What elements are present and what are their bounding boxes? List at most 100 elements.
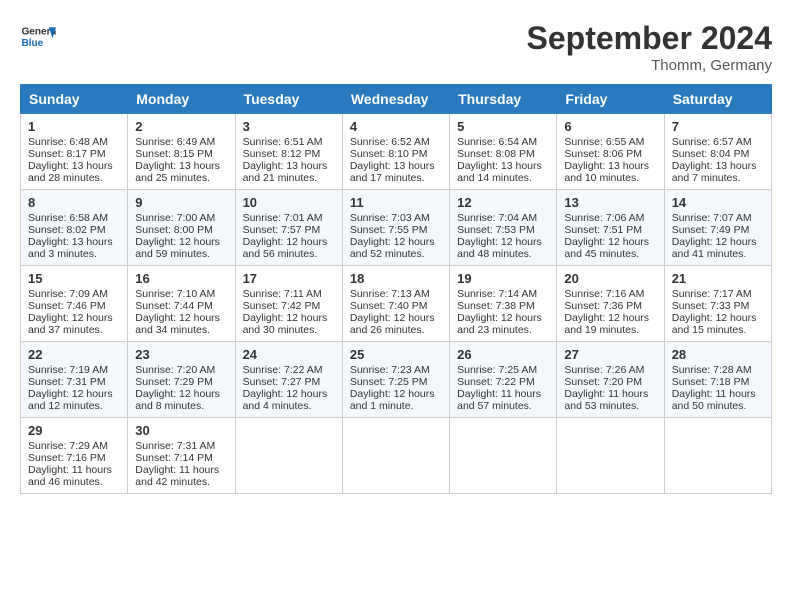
day-number: 14 xyxy=(672,195,764,210)
sunset-text: Sunset: 8:02 PM xyxy=(28,224,106,236)
daylight-text: Daylight: 12 hours and 19 minutes. xyxy=(564,312,649,336)
sunset-text: Sunset: 7:25 PM xyxy=(350,376,428,388)
sunrise-text: Sunrise: 7:20 AM xyxy=(135,364,215,376)
sunrise-text: Sunrise: 6:57 AM xyxy=(672,136,752,148)
sunrise-text: Sunrise: 7:14 AM xyxy=(457,288,537,300)
column-header-thursday: Thursday xyxy=(450,85,557,114)
sunrise-text: Sunrise: 7:22 AM xyxy=(243,364,323,376)
day-number: 7 xyxy=(672,119,764,134)
calendar-cell: 14 Sunrise: 7:07 AM Sunset: 7:49 PM Dayl… xyxy=(664,190,771,266)
column-header-friday: Friday xyxy=(557,85,664,114)
sunset-text: Sunset: 8:00 PM xyxy=(135,224,213,236)
daylight-text: Daylight: 12 hours and 37 minutes. xyxy=(28,312,113,336)
calendar-cell: 4 Sunrise: 6:52 AM Sunset: 8:10 PM Dayli… xyxy=(342,114,449,190)
daylight-text: Daylight: 11 hours and 53 minutes. xyxy=(564,388,648,412)
calendar-week-1: 1 Sunrise: 6:48 AM Sunset: 8:17 PM Dayli… xyxy=(21,114,772,190)
location: Thomm, Germany xyxy=(527,57,772,74)
sunrise-text: Sunrise: 7:03 AM xyxy=(350,212,430,224)
sunrise-text: Sunrise: 6:49 AM xyxy=(135,136,215,148)
calendar-cell: 9 Sunrise: 7:00 AM Sunset: 8:00 PM Dayli… xyxy=(128,190,235,266)
day-number: 13 xyxy=(564,195,656,210)
day-number: 20 xyxy=(564,271,656,286)
calendar-cell: 20 Sunrise: 7:16 AM Sunset: 7:36 PM Dayl… xyxy=(557,266,664,342)
daylight-text: Daylight: 12 hours and 15 minutes. xyxy=(672,312,757,336)
calendar-cell: 1 Sunrise: 6:48 AM Sunset: 8:17 PM Dayli… xyxy=(21,114,128,190)
day-number: 18 xyxy=(350,271,442,286)
sunrise-text: Sunrise: 7:11 AM xyxy=(243,288,322,300)
sunrise-text: Sunrise: 6:48 AM xyxy=(28,136,108,148)
calendar-cell: 19 Sunrise: 7:14 AM Sunset: 7:38 PM Dayl… xyxy=(450,266,557,342)
sunset-text: Sunset: 8:10 PM xyxy=(350,148,428,160)
sunset-text: Sunset: 7:44 PM xyxy=(135,300,213,312)
daylight-text: Daylight: 12 hours and 34 minutes. xyxy=(135,312,220,336)
day-number: 10 xyxy=(243,195,335,210)
sunset-text: Sunset: 8:15 PM xyxy=(135,148,213,160)
day-number: 23 xyxy=(135,347,227,362)
sunrise-text: Sunrise: 7:01 AM xyxy=(243,212,323,224)
sunset-text: Sunset: 8:08 PM xyxy=(457,148,535,160)
day-number: 25 xyxy=(350,347,442,362)
sunrise-text: Sunrise: 7:04 AM xyxy=(457,212,537,224)
sunrise-text: Sunrise: 7:28 AM xyxy=(672,364,752,376)
day-number: 30 xyxy=(135,423,227,438)
day-number: 2 xyxy=(135,119,227,134)
sunrise-text: Sunrise: 7:25 AM xyxy=(457,364,537,376)
daylight-text: Daylight: 12 hours and 26 minutes. xyxy=(350,312,435,336)
sunrise-text: Sunrise: 7:29 AM xyxy=(28,440,108,452)
sunrise-text: Sunrise: 7:10 AM xyxy=(135,288,215,300)
calendar-cell xyxy=(664,418,771,494)
day-number: 21 xyxy=(672,271,764,286)
daylight-text: Daylight: 12 hours and 23 minutes. xyxy=(457,312,542,336)
day-number: 27 xyxy=(564,347,656,362)
sunset-text: Sunset: 7:46 PM xyxy=(28,300,106,312)
svg-text:Blue: Blue xyxy=(21,38,43,49)
daylight-text: Daylight: 11 hours and 57 minutes. xyxy=(457,388,541,412)
daylight-text: Daylight: 12 hours and 1 minute. xyxy=(350,388,435,412)
calendar-cell: 3 Sunrise: 6:51 AM Sunset: 8:12 PM Dayli… xyxy=(235,114,342,190)
daylight-text: Daylight: 12 hours and 12 minutes. xyxy=(28,388,113,412)
day-number: 15 xyxy=(28,271,120,286)
daylight-text: Daylight: 12 hours and 59 minutes. xyxy=(135,236,220,260)
daylight-text: Daylight: 13 hours and 14 minutes. xyxy=(457,160,542,184)
column-header-saturday: Saturday xyxy=(664,85,771,114)
month-title: September 2024 xyxy=(527,20,772,57)
daylight-text: Daylight: 12 hours and 52 minutes. xyxy=(350,236,435,260)
column-header-monday: Monday xyxy=(128,85,235,114)
sunset-text: Sunset: 7:42 PM xyxy=(243,300,321,312)
page-header: General Blue September 2024 Thomm, Germa… xyxy=(20,20,772,74)
calendar-cell xyxy=(450,418,557,494)
calendar-cell: 18 Sunrise: 7:13 AM Sunset: 7:40 PM Dayl… xyxy=(342,266,449,342)
sunset-text: Sunset: 7:57 PM xyxy=(243,224,321,236)
calendar-cell: 15 Sunrise: 7:09 AM Sunset: 7:46 PM Dayl… xyxy=(21,266,128,342)
calendar-cell xyxy=(557,418,664,494)
calendar-cell: 23 Sunrise: 7:20 AM Sunset: 7:29 PM Dayl… xyxy=(128,342,235,418)
calendar-table: SundayMondayTuesdayWednesdayThursdayFrid… xyxy=(20,84,772,494)
sunrise-text: Sunrise: 6:51 AM xyxy=(243,136,323,148)
calendar-cell: 21 Sunrise: 7:17 AM Sunset: 7:33 PM Dayl… xyxy=(664,266,771,342)
calendar-cell: 30 Sunrise: 7:31 AM Sunset: 7:14 PM Dayl… xyxy=(128,418,235,494)
title-block: September 2024 Thomm, Germany xyxy=(527,20,772,74)
day-number: 17 xyxy=(243,271,335,286)
calendar-cell: 6 Sunrise: 6:55 AM Sunset: 8:06 PM Dayli… xyxy=(557,114,664,190)
day-number: 19 xyxy=(457,271,549,286)
sunset-text: Sunset: 7:55 PM xyxy=(350,224,428,236)
sunrise-text: Sunrise: 7:13 AM xyxy=(350,288,430,300)
daylight-text: Daylight: 11 hours and 46 minutes. xyxy=(28,464,112,488)
sunset-text: Sunset: 7:29 PM xyxy=(135,376,213,388)
calendar-cell: 24 Sunrise: 7:22 AM Sunset: 7:27 PM Dayl… xyxy=(235,342,342,418)
calendar-cell xyxy=(235,418,342,494)
sunset-text: Sunset: 8:04 PM xyxy=(672,148,750,160)
sunrise-text: Sunrise: 6:52 AM xyxy=(350,136,430,148)
day-number: 29 xyxy=(28,423,120,438)
logo-icon: General Blue xyxy=(20,20,56,56)
day-number: 26 xyxy=(457,347,549,362)
sunset-text: Sunset: 7:40 PM xyxy=(350,300,428,312)
day-number: 1 xyxy=(28,119,120,134)
calendar-cell: 25 Sunrise: 7:23 AM Sunset: 7:25 PM Dayl… xyxy=(342,342,449,418)
daylight-text: Daylight: 13 hours and 17 minutes. xyxy=(350,160,435,184)
sunrise-text: Sunrise: 6:54 AM xyxy=(457,136,537,148)
sunset-text: Sunset: 7:22 PM xyxy=(457,376,535,388)
daylight-text: Daylight: 11 hours and 50 minutes. xyxy=(672,388,756,412)
sunrise-text: Sunrise: 7:06 AM xyxy=(564,212,644,224)
sunset-text: Sunset: 7:53 PM xyxy=(457,224,535,236)
